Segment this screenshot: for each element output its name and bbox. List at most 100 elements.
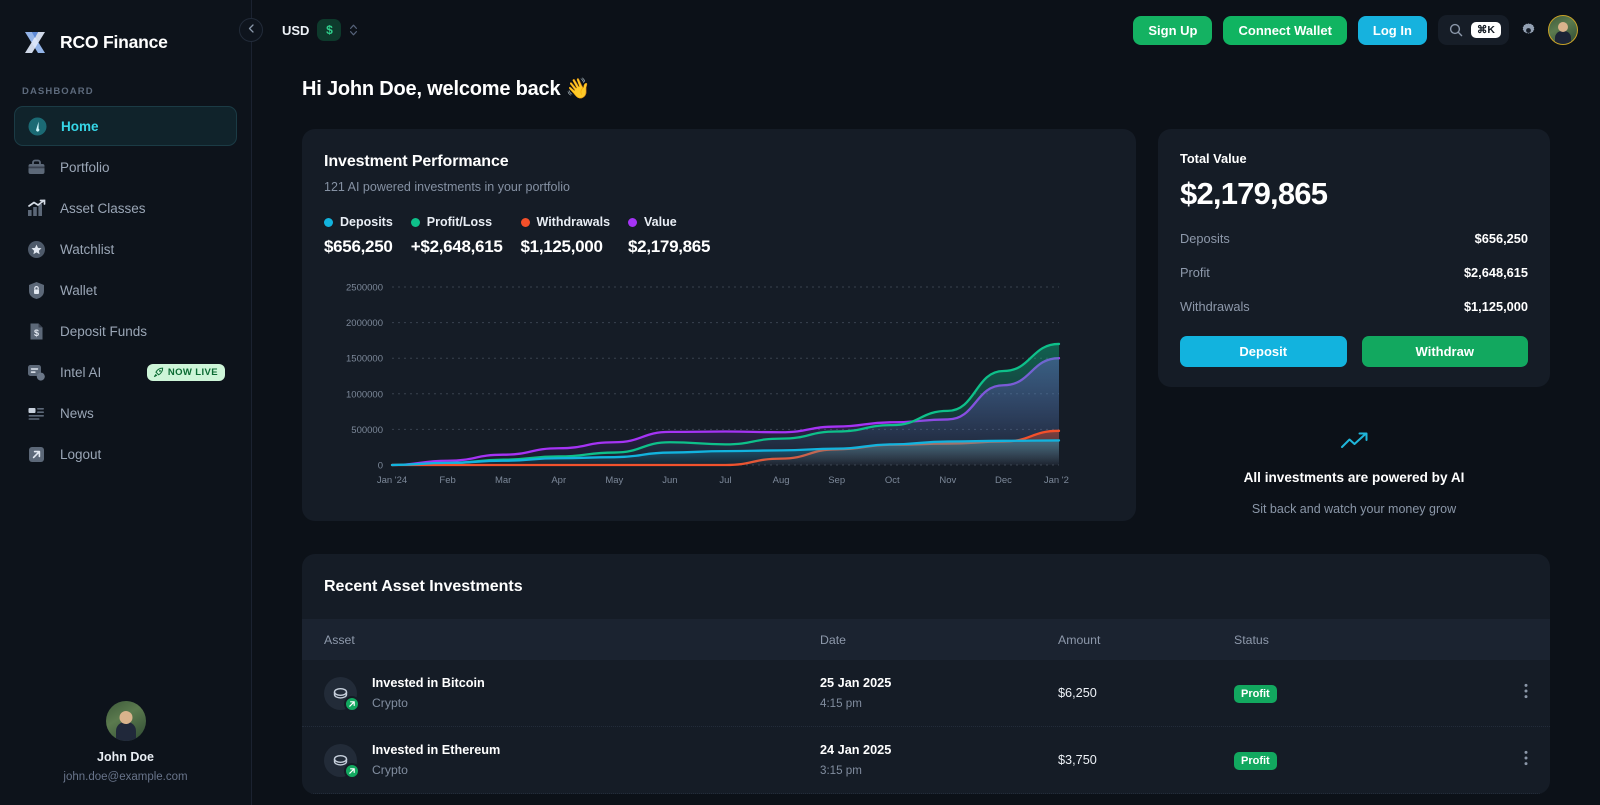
app-root: RCO Finance DASHBOARD Home Portfolio xyxy=(0,0,1600,805)
sidebar-nav: Home Portfolio Asset Classes Watchlist xyxy=(0,106,251,474)
legend-dot-icon xyxy=(521,218,530,227)
sidebar-item-asset-classes[interactable]: Asset Classes xyxy=(14,188,237,228)
chart-x-tick-label: Sep xyxy=(828,475,845,486)
table-header: Asset Date Amount Status xyxy=(302,619,1550,660)
bar-chart-trend-icon xyxy=(26,198,47,219)
cell-date: 25 Jan 2025 4:15 pm xyxy=(820,676,1058,710)
sidebar-item-label: News xyxy=(60,406,94,421)
sidebar-item-logout[interactable]: Logout xyxy=(14,434,237,474)
column-header-amount: Amount xyxy=(1058,633,1234,647)
sidebar-badge-now-live: NOW LIVE xyxy=(147,364,225,381)
sidebar-item-deposit-funds[interactable]: $ Deposit Funds xyxy=(14,311,237,351)
deposit-button[interactable]: Deposit xyxy=(1180,336,1347,367)
status-badge: Profit xyxy=(1234,685,1277,703)
topbar-actions: Sign Up Connect Wallet Log In ⌘K xyxy=(1133,15,1578,45)
sidebar-user[interactable]: John Doe john.doe@example.com xyxy=(0,701,251,805)
time-value: 4:15 pm xyxy=(820,697,1058,710)
performance-chart[interactable]: 05000001000000150000020000002500000Jan '… xyxy=(324,279,1114,489)
chart-x-tick-label: Mar xyxy=(495,475,511,486)
chart-x-tick-label: May xyxy=(605,475,623,486)
lock-shield-icon xyxy=(26,280,47,301)
badge-label: NOW LIVE xyxy=(168,367,218,378)
currency-selector[interactable]: USD $ xyxy=(282,19,358,41)
chart-y-tick-label: 2500000 xyxy=(346,283,383,294)
cell-status: Profit xyxy=(1234,684,1488,703)
stat-value: $2,648,615 xyxy=(1464,265,1528,280)
date-value: 25 Jan 2025 xyxy=(820,676,1058,690)
currency-symbol-chip: $ xyxy=(317,19,341,41)
asset-name: Invested in Bitcoin xyxy=(372,676,485,690)
sidebar: RCO Finance DASHBOARD Home Portfolio xyxy=(0,0,252,805)
legend-value: $656,250 xyxy=(324,237,393,257)
right-column: Total Value $2,179,865 Deposits $656,250… xyxy=(1158,129,1550,516)
arrow-up-right-icon xyxy=(344,696,360,712)
withdraw-button[interactable]: Withdraw xyxy=(1362,336,1529,367)
table-row[interactable]: Invested in Bitcoin Crypto 25 Jan 2025 4… xyxy=(302,660,1550,727)
chevron-left-icon xyxy=(247,24,256,36)
table-row[interactable]: Invested in Ethereum Crypto 24 Jan 2025 … xyxy=(302,727,1550,794)
cell-asset: Invested in Ethereum Crypto xyxy=(324,743,820,777)
sign-up-button[interactable]: Sign Up xyxy=(1133,16,1212,45)
legend-dot-icon xyxy=(411,218,420,227)
arrow-up-right-icon xyxy=(344,763,360,779)
newspaper-icon xyxy=(26,403,47,424)
sidebar-item-portfolio[interactable]: Portfolio xyxy=(14,147,237,187)
sidebar-item-wallet[interactable]: Wallet xyxy=(14,270,237,310)
search-shortcut-key: ⌘K xyxy=(1471,22,1501,39)
sidebar-item-watchlist[interactable]: Watchlist xyxy=(14,229,237,269)
cell-amount: $3,750 xyxy=(1058,751,1234,769)
legend-item-value[interactable]: Value $2,179,865 xyxy=(628,215,710,257)
sidebar-item-intel-ai[interactable]: Intel AI NOW LIVE xyxy=(14,352,237,392)
dashboard-content: Investment Performance 121 AI powered in… xyxy=(252,101,1600,794)
asset-avatar xyxy=(324,744,357,777)
sidebar-collapse-button[interactable] xyxy=(239,18,263,42)
stat-row-profit: Profit $2,648,615 xyxy=(1180,265,1528,280)
log-in-button[interactable]: Log In xyxy=(1358,16,1427,45)
legend-item-profit-loss[interactable]: Profit/Loss +$2,648,615 xyxy=(411,215,503,257)
ai-note: All investments are powered by AI Sit ba… xyxy=(1158,431,1550,516)
row-menu-button[interactable] xyxy=(1488,750,1528,771)
amount-value: $6,250 xyxy=(1058,686,1097,700)
stat-row-deposits: Deposits $656,250 xyxy=(1180,231,1528,246)
topbar-avatar[interactable] xyxy=(1548,15,1578,45)
chart-x-tick-label: Nov xyxy=(939,475,956,486)
briefcase-icon xyxy=(26,157,47,178)
card-subtitle: 121 AI powered investments in your portf… xyxy=(324,180,1114,194)
chart-x-tick-label: Feb xyxy=(439,475,455,486)
search-icon xyxy=(1449,23,1463,37)
topbar: USD $ Sign Up Connect Wallet Log In ⌘K xyxy=(252,0,1600,60)
trend-up-icon xyxy=(1158,431,1550,451)
legend-label: Profit/Loss xyxy=(427,215,492,229)
gear-icon[interactable] xyxy=(1520,22,1537,39)
legend-dot-icon xyxy=(628,218,637,227)
recent-investments-card: Recent Asset Investments Asset Date Amou… xyxy=(302,554,1550,794)
sidebar-item-label: Asset Classes xyxy=(60,201,146,216)
connect-wallet-button[interactable]: Connect Wallet xyxy=(1223,16,1346,45)
sidebar-section-label: DASHBOARD xyxy=(0,64,251,106)
top-row: Investment Performance 121 AI powered in… xyxy=(302,129,1550,521)
row-menu-button[interactable] xyxy=(1488,683,1528,704)
chart-x-tick-label: Apr xyxy=(551,475,566,486)
brand-name: RCO Finance xyxy=(60,32,168,53)
search-button[interactable]: ⌘K xyxy=(1438,15,1509,45)
sidebar-item-news[interactable]: News xyxy=(14,393,237,433)
sidebar-item-home[interactable]: Home xyxy=(14,106,237,146)
legend-value: $1,125,000 xyxy=(521,237,611,257)
brand[interactable]: RCO Finance xyxy=(0,0,251,64)
rco-logo-icon xyxy=(22,29,49,56)
cell-amount: $6,250 xyxy=(1058,684,1234,702)
investment-performance-card: Investment Performance 121 AI powered in… xyxy=(302,129,1136,521)
legend-item-withdrawals[interactable]: Withdrawals $1,125,000 xyxy=(521,215,611,257)
user-name: John Doe xyxy=(0,750,251,764)
legend-value: $2,179,865 xyxy=(628,237,710,257)
cell-date: 24 Jan 2025 3:15 pm xyxy=(820,743,1058,777)
stat-key: Withdrawals xyxy=(1180,299,1250,314)
chart-x-tick-label: Aug xyxy=(773,475,790,486)
arrow-out-icon xyxy=(26,444,47,465)
legend-item-deposits[interactable]: Deposits $656,250 xyxy=(324,215,393,257)
column-header-date: Date xyxy=(820,633,1058,647)
asset-name: Invested in Ethereum xyxy=(372,743,500,757)
dollar-document-icon: $ xyxy=(26,321,47,342)
chevron-updown-icon xyxy=(349,23,358,37)
avatar xyxy=(106,701,146,741)
